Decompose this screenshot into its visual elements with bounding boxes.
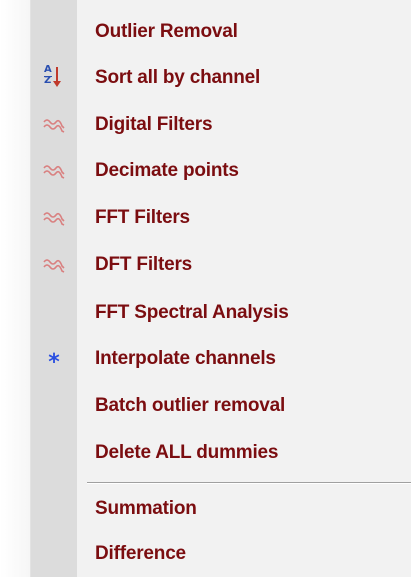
menu-item-label: Digital Filters (95, 114, 213, 135)
menu-item-fft-filters[interactable]: FFT Filters (31, 195, 411, 241)
menu-item-interpolate-channels[interactable]: * Interpolate channels (31, 336, 411, 382)
menu-item-label: Interpolate channels (95, 348, 276, 369)
menu-item-label: Sort all by channel (95, 67, 261, 88)
menu-item-label: Decimate points (95, 160, 239, 181)
menu-item-label: DFT Filters (95, 254, 193, 275)
menu-item-label: Batch outlier removal (95, 395, 286, 416)
menu-item-delete-all-dummies[interactable]: Delete ALL dummies (31, 430, 411, 476)
sort-az-icon: A Z (31, 55, 77, 101)
asterisk-icon: * (31, 336, 77, 382)
menu-item-label: Summation (95, 498, 197, 519)
menu-item-label: Delete ALL dummies (95, 442, 279, 463)
menu-item-outlier-removal[interactable]: Outlier Removal (31, 9, 411, 55)
menu-item-label: Difference (95, 543, 186, 564)
menu-item-difference[interactable]: Difference (31, 531, 411, 577)
wave-filter-icon (31, 148, 77, 194)
menu-item-digital-filters[interactable]: Digital Filters (31, 102, 411, 148)
sort-icon-letter-z: Z (44, 75, 52, 86)
page: Outlier Removal A Z Sort all by channel (0, 0, 411, 577)
menu-item-batch-outlier-removal[interactable]: Batch outlier removal (31, 383, 411, 429)
wave-filter-icon (31, 242, 77, 288)
context-menu: Outlier Removal A Z Sort all by channel (30, 0, 411, 577)
wave-filter-icon (31, 195, 77, 241)
wave-filter-icon (31, 102, 77, 148)
sort-icon-letter-a: A (44, 64, 52, 75)
menu-item-dft-filters[interactable]: DFT Filters (31, 242, 411, 288)
menu-item-label: Outlier Removal (95, 21, 238, 42)
menu-item-label: FFT Filters (95, 207, 190, 228)
menu-item-sort-all-by-channel[interactable]: A Z Sort all by channel (31, 55, 411, 101)
menu-separator (87, 482, 411, 484)
menu-item-decimate-points[interactable]: Decimate points (31, 148, 411, 194)
menu-item-fft-spectral-analysis[interactable]: FFT Spectral Analysis (31, 290, 411, 336)
asterisk-glyph: * (48, 350, 60, 375)
menu-item-label: FFT Spectral Analysis (95, 302, 289, 323)
menu-item-summation[interactable]: Summation (31, 486, 411, 532)
